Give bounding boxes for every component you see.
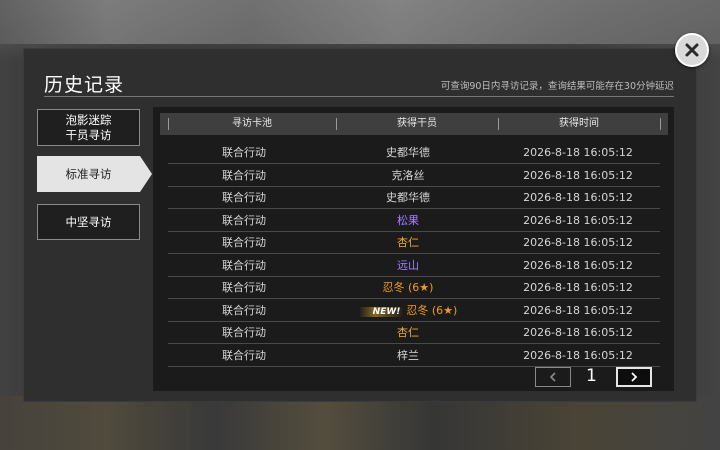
cell-operator: 史都华德 bbox=[320, 187, 496, 209]
cell-pool: 联合行动 bbox=[222, 191, 266, 204]
tab-standard-search[interactable]: 标准寻访 bbox=[37, 156, 140, 192]
table-row: 联合行动 梓兰 2026-8-18 16:05:12 bbox=[168, 345, 660, 367]
operator-name: 史都华德 bbox=[386, 191, 430, 204]
header-separator bbox=[660, 118, 661, 130]
cell-time: 2026-8-18 16:05:12 bbox=[523, 146, 633, 159]
cell-time: 2026-8-18 16:05:12 bbox=[523, 326, 633, 339]
table-row: 联合行动 NEW! 忍冬 (6★) 2026-8-18 16:05:12 bbox=[168, 300, 660, 322]
new-badge: NEW! bbox=[358, 306, 405, 317]
tab-core-search[interactable]: 中坚寻访 bbox=[37, 204, 140, 240]
cell-pool: 联合行动 bbox=[222, 258, 266, 272]
cell-time: 2026-8-18 16:05:12 bbox=[523, 191, 633, 204]
table-row: 联合行动 忍冬 (6★) 2026-8-18 16:05:12 bbox=[168, 277, 660, 299]
chevron-right-icon bbox=[631, 372, 638, 382]
operator-name: 忍冬 (6★) bbox=[382, 281, 434, 294]
table-row: 联合行动 松果 2026-8-18 16:05:12 bbox=[168, 210, 660, 232]
operator-name: 忍冬 (6★) bbox=[406, 303, 458, 317]
cell-operator: 忍冬 (6★) bbox=[320, 277, 496, 299]
cell-pool: 联合行动 bbox=[222, 348, 266, 362]
table-row: 联合行动 杏仁 2026-8-18 16:05:12 bbox=[168, 322, 660, 344]
operator-name: 松果 bbox=[397, 213, 419, 227]
cell-pool: 联合行动 bbox=[222, 168, 266, 182]
tab-label: 中坚寻访 bbox=[65, 214, 112, 229]
column-header-time: 获得时间 bbox=[559, 118, 599, 129]
chevron-left-icon bbox=[549, 372, 556, 382]
cell-pool: 联合行动 bbox=[222, 213, 266, 227]
operator-name: 克洛丝 bbox=[391, 168, 425, 182]
active-tab-arrow bbox=[140, 156, 152, 192]
column-header-pool: 寻访卡池 bbox=[232, 118, 272, 129]
tab-label: 泡影迷踪 干员寻访 bbox=[65, 112, 112, 142]
operator-name: 杏仁 bbox=[397, 236, 419, 249]
operator-name: 远山 bbox=[397, 258, 419, 272]
prev-page-button[interactable] bbox=[535, 367, 571, 387]
operator-name: 史都华德 bbox=[386, 146, 430, 159]
operator-name: 梓兰 bbox=[397, 348, 419, 362]
cell-time: 2026-8-18 16:05:12 bbox=[523, 258, 633, 272]
cell-pool: 联合行动 bbox=[222, 281, 266, 294]
table-row: 联合行动 史都华德 2026-8-18 16:05:12 bbox=[168, 142, 660, 164]
cell-operator: 远山 bbox=[320, 255, 496, 277]
cell-operator: 梓兰 bbox=[320, 345, 496, 367]
query-notice: 可查询90日内寻访记录，查询结果可能存在30分钟延迟 bbox=[440, 81, 674, 92]
column-header-operator: 获得干员 bbox=[397, 118, 437, 129]
cell-operator: 克洛丝 bbox=[320, 165, 496, 187]
table-header: 寻访卡池 获得干员 获得时间 bbox=[160, 113, 668, 135]
cell-operator: 杏仁 bbox=[320, 232, 496, 254]
close-icon bbox=[685, 43, 699, 57]
table-row: 联合行动 远山 2026-8-18 16:05:12 bbox=[168, 255, 660, 277]
cell-pool: 联合行动 bbox=[222, 146, 266, 159]
cell-time: 2026-8-18 16:05:12 bbox=[523, 168, 633, 182]
table-row: 联合行动 杏仁 2026-8-18 16:05:12 bbox=[168, 232, 660, 254]
cell-pool: 联合行动 bbox=[222, 326, 266, 339]
cell-time: 2026-8-18 16:05:12 bbox=[523, 281, 633, 294]
cell-operator: 史都华德 bbox=[320, 142, 496, 164]
cell-operator: 杏仁 bbox=[320, 322, 496, 344]
cell-time: 2026-8-18 16:05:12 bbox=[523, 236, 633, 249]
tab-label: 标准寻访 bbox=[65, 166, 112, 181]
table-row: 联合行动 史都华德 2026-8-18 16:05:12 bbox=[168, 187, 660, 209]
page-title: 历史记录 bbox=[44, 74, 125, 96]
tab-mirage-operator-search[interactable]: 泡影迷踪 干员寻访 bbox=[37, 109, 140, 146]
cell-pool: 联合行动 bbox=[222, 236, 266, 249]
close-button[interactable] bbox=[675, 33, 709, 67]
cell-time: 2026-8-18 16:05:12 bbox=[523, 303, 633, 317]
cell-operator: NEW! 忍冬 (6★) bbox=[320, 300, 496, 322]
current-page-number: 1 bbox=[586, 366, 597, 386]
cell-time: 2026-8-18 16:05:12 bbox=[523, 348, 633, 362]
cell-pool: 联合行动 bbox=[222, 303, 266, 317]
cell-operator: 松果 bbox=[320, 210, 496, 232]
next-page-button[interactable] bbox=[616, 367, 652, 387]
title-divider bbox=[44, 96, 674, 97]
operator-name: 杏仁 bbox=[397, 326, 419, 339]
cell-time: 2026-8-18 16:05:12 bbox=[523, 213, 633, 227]
table-row: 联合行动 克洛丝 2026-8-18 16:05:12 bbox=[168, 165, 660, 187]
